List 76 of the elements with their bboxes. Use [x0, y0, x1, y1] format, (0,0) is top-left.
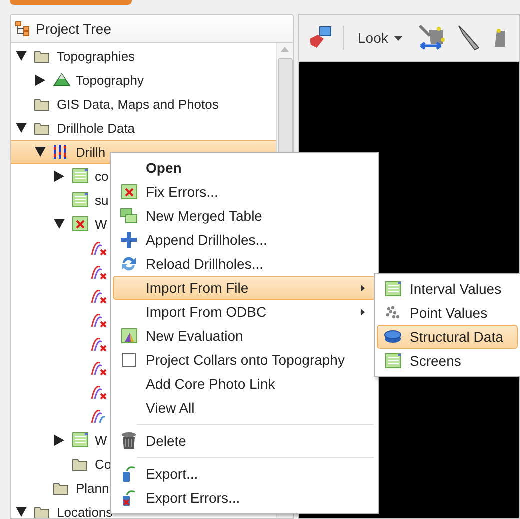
drillhole-error-icon	[91, 384, 108, 400]
drillhole-error-icon	[91, 288, 108, 304]
menu-item[interactable]: Export Errors...	[113, 486, 376, 510]
tree-item[interactable]: Drillh	[76, 144, 106, 160]
menu-item[interactable]: Add Core Photo Link	[113, 372, 376, 396]
expand-arrow-icon[interactable]	[54, 170, 65, 182]
menu-item[interactable]: Reload Drillholes...	[113, 252, 376, 276]
points-icon	[384, 305, 402, 321]
tree-item[interactable]: Topographies	[57, 48, 136, 64]
table-error-icon	[72, 216, 89, 232]
evaluation-icon	[120, 328, 138, 344]
folder-icon	[72, 458, 88, 470]
collapse-arrow-icon[interactable]	[35, 147, 46, 157]
collapse-arrow-icon[interactable]	[16, 123, 27, 133]
folder-icon	[34, 506, 50, 518]
merge-icon	[120, 208, 138, 224]
table-icon	[384, 353, 402, 369]
menu-item[interactable]: New Evaluation	[113, 324, 376, 348]
slice-icon[interactable]	[417, 24, 448, 52]
drillhole-error-icon	[91, 336, 108, 352]
collapse-arrow-icon[interactable]	[54, 219, 65, 229]
export-error-icon	[121, 489, 137, 507]
checkbox[interactable]	[122, 353, 136, 367]
table-icon	[384, 281, 402, 297]
tree-item[interactable]: co	[95, 168, 109, 184]
tree-item[interactable]: Drillhole Data	[57, 120, 136, 136]
folder-icon	[34, 98, 50, 110]
caret-icon	[394, 36, 404, 40]
menu-item[interactable]: View All	[113, 396, 376, 420]
tree-item[interactable]: Topography	[76, 72, 144, 88]
menu-item[interactable]: Screens	[377, 349, 518, 373]
tree-item[interactable]: Locations	[57, 504, 113, 518]
disc-icon	[384, 329, 402, 345]
drillhole-icon	[91, 408, 108, 424]
menu-item[interactable]: Fix Errors...	[113, 180, 376, 204]
folder-icon	[34, 122, 50, 134]
menu-item[interactable]: Structural Data	[377, 325, 518, 349]
eraser-icon[interactable]	[307, 25, 333, 51]
collapse-arrow-icon[interactable]	[16, 507, 27, 517]
table-icon	[72, 432, 89, 448]
folder-icon	[34, 50, 50, 62]
menu-item[interactable]: Export...	[113, 462, 376, 486]
menu-item[interactable]: Import From ODBC	[113, 300, 376, 324]
drillhole-error-icon	[91, 264, 108, 280]
table-icon	[72, 192, 89, 208]
bin-icon	[121, 432, 137, 450]
menu-item[interactable]: New Merged Table	[113, 204, 376, 228]
drillhole-error-icon	[91, 240, 108, 256]
expand-arrow-icon[interactable]	[54, 434, 65, 446]
tree-item[interactable]: Plann	[76, 480, 110, 496]
expand-arrow-icon[interactable]	[35, 74, 46, 86]
tree-item[interactable]: W	[95, 216, 108, 232]
tree-icon	[15, 20, 30, 36]
plus-icon	[120, 231, 138, 249]
menu-item[interactable]: Project Collars onto Topography	[113, 348, 376, 372]
menu-item[interactable]: Interval Values	[377, 277, 518, 301]
menu-item[interactable]: Delete	[113, 429, 376, 453]
menu-item[interactable]: Import From File	[113, 276, 376, 300]
drillhole-error-icon	[91, 312, 108, 328]
table-icon	[72, 168, 89, 184]
folder-icon	[53, 482, 69, 494]
panel-title: Project Tree	[36, 20, 112, 36]
export-icon	[121, 465, 137, 483]
mountain-icon	[53, 73, 71, 87]
menu-item[interactable]: Point Values	[377, 301, 518, 325]
tree-item[interactable]: W	[95, 432, 108, 448]
drillholes-icon	[53, 144, 67, 160]
tree-item[interactable]: su	[95, 192, 109, 208]
menu-item[interactable]: Append Drillholes...	[113, 228, 376, 252]
look-dropdown[interactable]: Look	[354, 30, 408, 46]
table-error-icon	[120, 184, 138, 200]
collapse-arrow-icon[interactable]	[16, 51, 27, 61]
tree-item[interactable]: GIS Data, Maps and Photos	[57, 96, 219, 112]
drillhole-error-icon	[91, 360, 108, 376]
menu-item[interactable]: Open	[113, 156, 376, 180]
reload-icon	[120, 255, 138, 273]
